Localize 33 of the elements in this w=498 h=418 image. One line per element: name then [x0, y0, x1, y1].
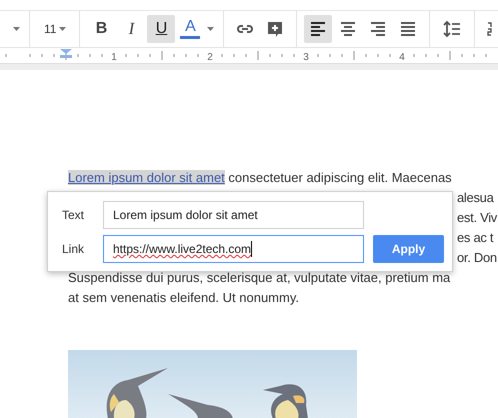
- indent-marker-icon[interactable]: [60, 49, 72, 58]
- ruler-number: 2: [207, 52, 213, 63]
- ruler-number: 1: [111, 52, 117, 63]
- paragraph-text: alesua: [457, 190, 494, 205]
- font-size-dropdown[interactable]: 11: [36, 22, 74, 36]
- hyperlink[interactable]: Lorem ipsum dolor sit amet: [68, 170, 225, 185]
- comment-plus-icon: [266, 20, 284, 38]
- ruler-number: 3: [303, 52, 309, 63]
- font-size-value: 11: [44, 22, 56, 36]
- font-dropdown-caret-icon[interactable]: [13, 27, 20, 31]
- text-input-field[interactable]: Lorem ipsum dolor sit amet: [103, 201, 364, 229]
- paragraph-text: es ac t: [457, 230, 494, 245]
- align-center-icon: [339, 20, 358, 38]
- align-right-icon: [369, 20, 388, 38]
- text-color-button[interactable]: A: [177, 15, 204, 43]
- paragraph-text: at sem venenatis eleifend. Ut nonummy.: [68, 290, 299, 305]
- align-left-button[interactable]: [304, 15, 332, 43]
- bold-button[interactable]: B: [87, 15, 116, 43]
- italic-button[interactable]: I: [117, 15, 146, 43]
- caret-icon[interactable]: [59, 27, 66, 31]
- text-label: Text: [62, 208, 86, 222]
- align-left-icon: [309, 20, 328, 38]
- paragraph-text: Suspendisse dui purus, scelerisque at, vulputate vitae, pretium ma: [68, 270, 450, 285]
- justify-icon: [399, 20, 418, 38]
- paragraph-text: consectetuer adipiscing elit. Maecenas: [227, 170, 452, 185]
- paragraph-text: or. Don: [457, 250, 497, 265]
- link-label: Link: [62, 242, 86, 256]
- ruler-number: 4: [399, 52, 405, 63]
- link-input-field[interactable]: https://www.live2tech.com: [103, 235, 364, 263]
- line-spacing-icon: [443, 20, 462, 38]
- underline-button[interactable]: U: [147, 15, 176, 43]
- caret-icon[interactable]: [207, 27, 214, 31]
- paragraph-text: est. Viv: [457, 210, 497, 225]
